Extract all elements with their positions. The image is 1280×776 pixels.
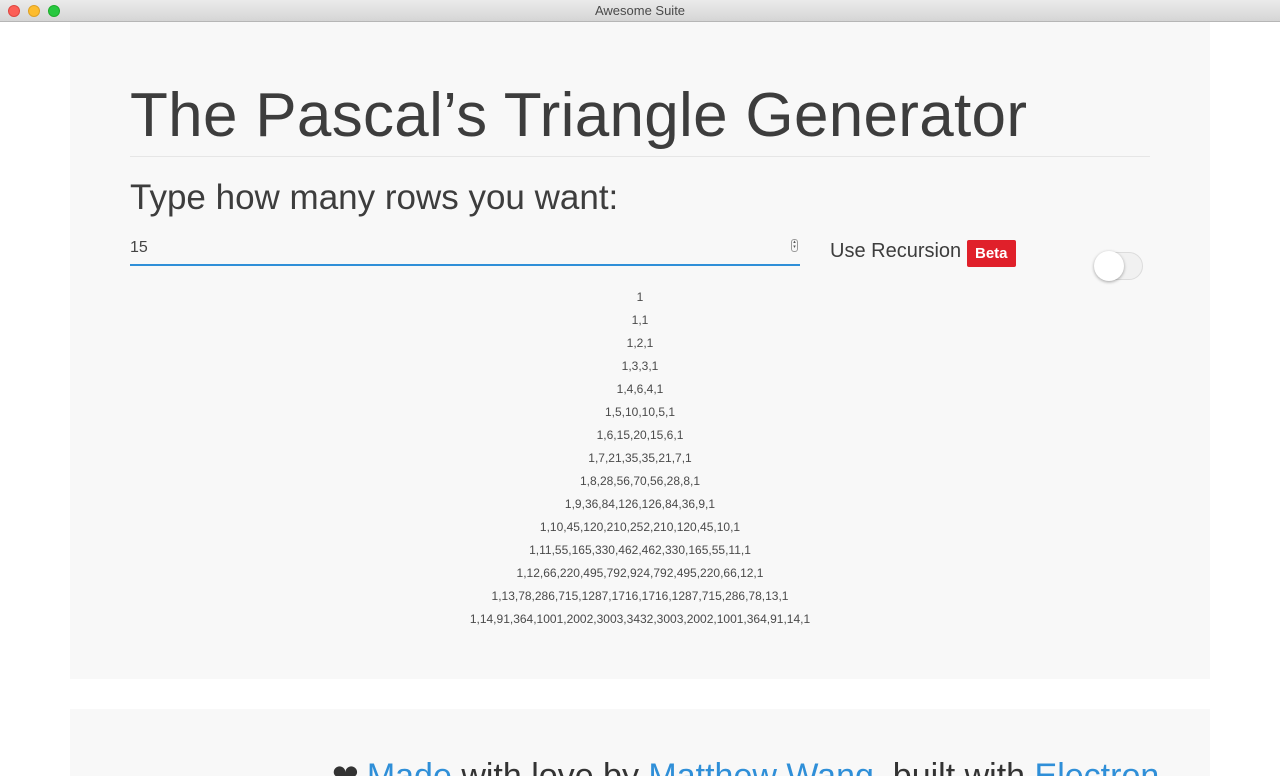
app-window: Awesome Suite The Pascal’s Triangle Gene… — [0, 0, 1280, 776]
triangle-row: 1,9,36,84,126,126,84,36,9,1 — [564, 497, 716, 511]
toggle-knob[interactable] — [1094, 251, 1124, 281]
use-recursion-label: Use Recursion — [830, 240, 962, 262]
triangle-row: 1,4,6,4,1 — [616, 382, 664, 396]
footer-text-with-love: with love by — [451, 757, 649, 776]
footer-credits: ❤ Made with love by Matthew Wang, built w… — [332, 757, 1159, 776]
generator-card: The Pascal’s Triangle Generator Type how… — [70, 22, 1210, 679]
footer-text-built-with: , built with — [873, 757, 1035, 776]
page-title: The Pascal’s Triangle Generator — [130, 81, 1028, 150]
triangle-row: 1 — [636, 290, 644, 304]
author-link[interactable]: Matthew Wang — [648, 757, 874, 776]
window-title: Awesome Suite — [594, 3, 686, 18]
triangle-row: 1,5,10,10,5,1 — [604, 405, 676, 419]
rows-prompt: Type how many rows you want: — [130, 178, 619, 217]
rows-input-container: ▴▾ — [130, 234, 800, 266]
electron-link[interactable]: Electron — [1035, 757, 1160, 776]
triangle-row: 1,10,45,120,210,252,210,120,45,10,1 — [539, 520, 741, 534]
rows-input[interactable] — [130, 234, 770, 262]
triangle-row: 1,14,91,364,1001,2002,3003,3432,3003,200… — [469, 612, 811, 626]
use-recursion-toggle[interactable] — [1094, 251, 1143, 281]
triangle-row: 1,3,3,1 — [621, 359, 659, 373]
triangle-row: 1,7,21,35,35,21,7,1 — [588, 451, 692, 465]
triangle-row: 1,8,28,56,70,56,28,8,1 — [579, 474, 701, 488]
rows-spinner-icon[interactable]: ▴ ▾ — [791, 239, 798, 252]
beta-badge: Beta — [967, 240, 1016, 267]
triangle-row: 1,11,55,165,330,462,462,330,165,55,11,1 — [529, 543, 751, 557]
triangle-row: 1,12,66,220,495,792,924,792,495,220,66,1… — [516, 566, 764, 580]
title-divider — [130, 156, 1150, 157]
triangle-row: 1,1 — [631, 313, 649, 327]
footer-card: ❤ Made with love by Matthew Wang, built w… — [70, 709, 1210, 776]
triangle-row: 1,2,1 — [626, 336, 654, 350]
pascal-triangle-output: 1 1,1 1,2,1 1,3,3,1 1,4,6,4,1 1,5,10,10,5,1 1,… — [70, 288, 1210, 633]
title-bar: Awesome Suite — [0, 0, 1280, 22]
triangle-row: 1,6,15,20,15,6,1 — [596, 428, 684, 442]
triangle-row: 1,13,78,286,715,1287,1716,1716,1287,715,… — [491, 589, 789, 603]
heart-icon: ❤ — [332, 758, 359, 776]
made-link[interactable]: Made — [367, 757, 452, 776]
